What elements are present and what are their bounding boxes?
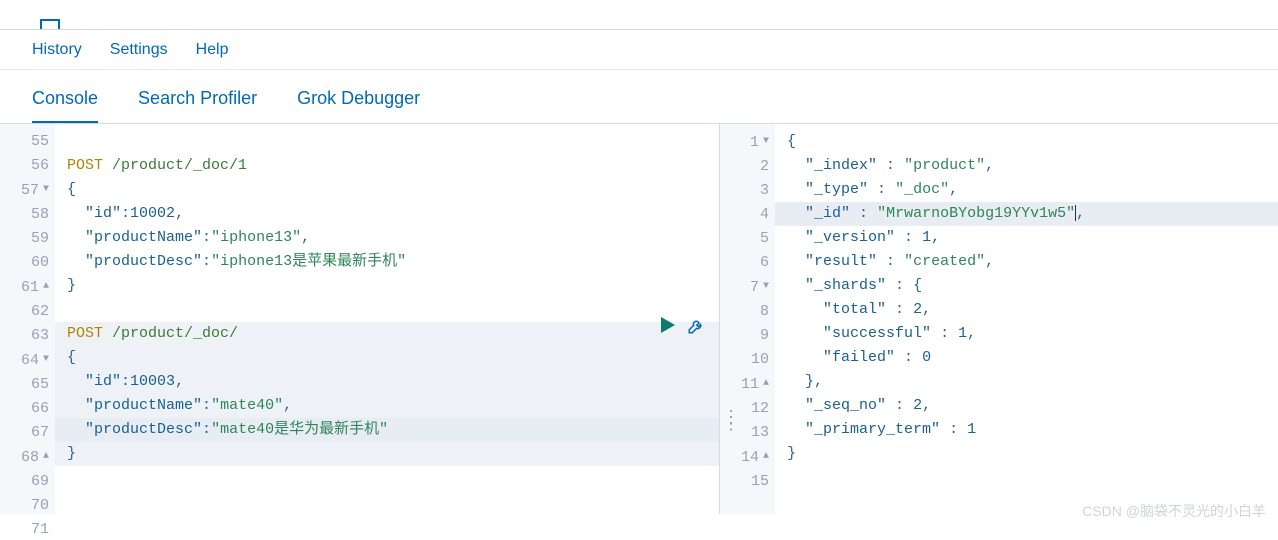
line-number: 58 <box>0 203 55 227</box>
tab-console[interactable]: Console <box>32 88 98 123</box>
menu-help[interactable]: Help <box>196 41 229 59</box>
http-method: POST <box>67 157 103 174</box>
line-number: 57▼ <box>0 178 55 203</box>
pane-resize-handle[interactable]: ⋮⋮ <box>722 414 738 426</box>
menu-history[interactable]: History <box>32 41 82 59</box>
split-panes: 55 56 57▼ 58 59 60 61▲ 62 63 64▼ 65 66 6… <box>0 124 1278 514</box>
menu-bar: History Settings Help <box>0 30 1278 70</box>
fold-open-icon[interactable]: ▼ <box>761 275 769 299</box>
line-number: 65 <box>0 373 55 397</box>
line-number: 3 <box>720 179 775 203</box>
line-number: 70 <box>0 494 55 518</box>
request-pane: 55 56 57▼ 58 59 60 61▲ 62 63 64▼ 65 66 6… <box>0 124 720 514</box>
line-number: 62 <box>0 300 55 324</box>
run-icon[interactable] <box>661 317 675 333</box>
line-number: 5 <box>720 227 775 251</box>
line-number: 66 <box>0 397 55 421</box>
line-number: 1▼ <box>720 130 775 155</box>
menu-settings[interactable]: Settings <box>110 41 168 59</box>
line-number: 2 <box>720 155 775 179</box>
line-number: 15 <box>720 470 775 494</box>
response-pane: 1▼ 2 3 4 5 6 7▼ 8 9 10 11▲ 12 13 14▲ 15 … <box>720 124 1278 514</box>
watermark: CSDN @脑袋不灵光的小白羊 <box>1082 501 1266 521</box>
tab-bar: Console Search Profiler Grok Debugger <box>0 70 1278 124</box>
line-number: 63 <box>0 324 55 348</box>
line-number: 59 <box>0 227 55 251</box>
http-path: /product/_doc/1 <box>112 157 247 174</box>
line-number: 60 <box>0 251 55 275</box>
line-number: 9 <box>720 324 775 348</box>
fold-open-icon[interactable]: ▼ <box>761 130 769 154</box>
line-number: 10 <box>720 348 775 372</box>
top-icon-bar <box>0 0 1278 30</box>
fold-open-icon[interactable]: ▼ <box>41 178 49 202</box>
line-number: 69 <box>0 470 55 494</box>
line-number: 11▲ <box>720 372 775 397</box>
tab-grok-debugger[interactable]: Grok Debugger <box>297 88 420 123</box>
tab-search-profiler[interactable]: Search Profiler <box>138 88 257 123</box>
line-number: 8 <box>720 300 775 324</box>
request-gutter: 55 56 57▼ 58 59 60 61▲ 62 63 64▼ 65 66 6… <box>0 124 55 514</box>
fold-open-icon[interactable]: ▼ <box>41 348 49 372</box>
http-path: /product/_doc/ <box>112 325 238 342</box>
line-number: 56 <box>0 154 55 178</box>
response-viewer[interactable]: { "_index" : "product", "_type" : "_doc"… <box>775 124 1278 514</box>
line-number: 14▲ <box>720 445 775 470</box>
wrench-icon[interactable] <box>687 317 705 335</box>
response-gutter: 1▼ 2 3 4 5 6 7▼ 8 9 10 11▲ 12 13 14▲ 15 <box>720 124 775 514</box>
app-icon <box>40 19 60 29</box>
fold-close-icon[interactable]: ▲ <box>761 445 769 469</box>
fold-close-icon[interactable]: ▲ <box>41 445 49 469</box>
fold-close-icon[interactable]: ▲ <box>41 275 49 299</box>
line-number: 64▼ <box>0 348 55 373</box>
line-number: 61▲ <box>0 275 55 300</box>
fold-close-icon[interactable]: ▲ <box>761 372 769 396</box>
line-number: 55 <box>0 130 55 154</box>
http-method: POST <box>67 325 103 342</box>
line-number: 6 <box>720 251 775 275</box>
line-number: 68▲ <box>0 445 55 470</box>
request-actions <box>661 317 705 335</box>
line-number: 7▼ <box>720 275 775 300</box>
line-number: 4 <box>720 203 775 227</box>
line-number: 67 <box>0 421 55 445</box>
request-editor[interactable]: POST /product/_doc/1 { "id":10002, "prod… <box>55 124 719 514</box>
